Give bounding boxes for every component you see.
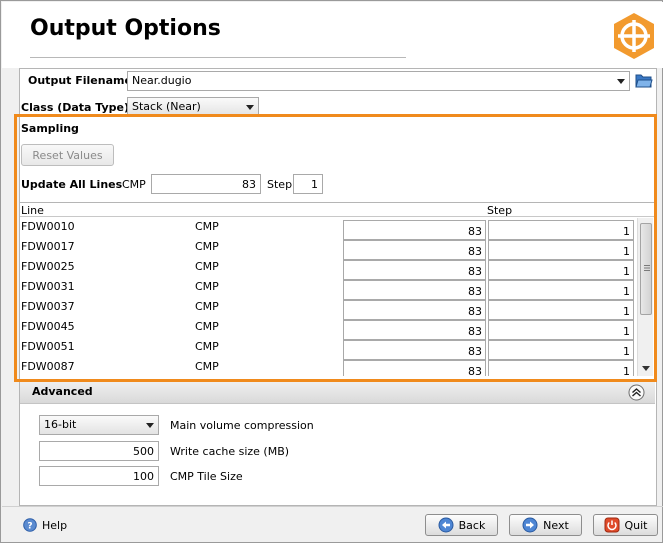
grip-icon (644, 265, 650, 271)
back-arrow-icon (438, 517, 454, 533)
table-row: FDW0051 CMP 83 1 (20, 338, 636, 360)
table-row: FDW0017 CMP 83 1 (20, 238, 636, 260)
update-cmp-input[interactable]: 83 (151, 174, 261, 194)
row-type: CMP (195, 240, 219, 253)
compression-label: Main volume compression (170, 419, 314, 432)
help-icon: ? (23, 518, 37, 532)
row-step-input[interactable]: 1 (488, 340, 634, 360)
scroll-down-arrow-icon[interactable] (642, 366, 650, 372)
advanced-label: Advanced (32, 385, 93, 398)
output-filename-combo[interactable]: Near.dugio (127, 71, 630, 91)
update-cmp-label: CMP (122, 178, 146, 191)
header: Output Options (2, 2, 663, 68)
row-line: FDW0017 (21, 240, 75, 253)
row-cmp-input[interactable]: 83 (343, 280, 486, 300)
class-data-type-select[interactable]: Stack (Near) (127, 97, 259, 117)
quit-button[interactable]: Quit (593, 514, 658, 536)
help-link[interactable]: ? Help (23, 518, 67, 532)
write-cache-input[interactable]: 500 (39, 441, 159, 461)
table-row: FDW0010 CMP 83 1 (20, 218, 636, 240)
next-arrow-icon (522, 517, 538, 533)
row-step-input[interactable]: 1 (488, 260, 634, 280)
row-step-input[interactable]: 1 (488, 280, 634, 300)
sampling-label: Sampling (21, 122, 79, 135)
collapse-chevron-icon[interactable] (628, 384, 645, 401)
row-type: CMP (195, 260, 219, 273)
advanced-section-header[interactable]: Advanced (20, 381, 655, 404)
svg-text:?: ? (27, 522, 32, 532)
cmp-tile-input[interactable]: 100 (39, 466, 159, 486)
page-title: Output Options (30, 16, 221, 41)
row-line: FDW0045 (21, 320, 75, 333)
row-type: CMP (195, 300, 219, 313)
row-step-input[interactable]: 1 (488, 360, 634, 376)
row-step-input[interactable]: 1 (488, 300, 634, 320)
output-filename-value: Near.dugio (132, 74, 192, 87)
update-step-input[interactable]: 1 (293, 174, 323, 194)
column-header-line: Line (21, 204, 44, 217)
row-type: CMP (195, 340, 219, 353)
table-row: FDW0045 CMP 83 1 (20, 318, 636, 340)
row-line: FDW0051 (21, 340, 75, 353)
table-scrollbar[interactable] (637, 218, 653, 376)
sampling-lines-table: Line Step FDW0010 CMP 83 1 FDW0017 CMP 8… (20, 202, 654, 376)
output-filename-label: Output Filename (28, 74, 132, 87)
table-row: FDW0031 CMP 83 1 (20, 278, 636, 300)
class-data-type-label: Class (Data Type) (21, 101, 130, 114)
row-cmp-input[interactable]: 83 (343, 320, 486, 340)
row-line: FDW0087 (21, 360, 75, 373)
quit-label: Quit (624, 518, 648, 532)
class-data-type-value: Stack (Near) (132, 100, 201, 113)
row-type: CMP (195, 360, 219, 373)
table-row: FDW0037 CMP 83 1 (20, 298, 636, 320)
folder-open-icon[interactable] (635, 72, 653, 89)
row-cmp-input[interactable]: 83 (343, 300, 486, 320)
compression-select[interactable]: 16-bit (39, 415, 159, 435)
compression-value: 16-bit (44, 418, 77, 431)
power-icon (604, 517, 619, 533)
cmp-tile-label: CMP Tile Size (170, 470, 243, 483)
row-cmp-input[interactable]: 83 (343, 240, 486, 260)
row-line: FDW0025 (21, 260, 75, 273)
row-type: CMP (195, 220, 219, 233)
row-line: FDW0037 (21, 300, 75, 313)
row-step-input[interactable]: 1 (488, 320, 634, 340)
chevron-down-icon (146, 423, 154, 428)
update-all-lines-label: Update All Lines (21, 178, 123, 191)
update-step-label: Step (267, 178, 293, 191)
row-step-input[interactable]: 1 (488, 220, 634, 240)
row-line: FDW0010 (21, 220, 75, 233)
column-header-step: Step (487, 204, 513, 217)
scrollbar-thumb[interactable] (640, 223, 652, 315)
table-row: FDW0025 CMP 83 1 (20, 258, 636, 280)
table-row: FDW0087 CMP 83 1 (20, 358, 636, 376)
row-type: CMP (195, 320, 219, 333)
footer-divider (2, 506, 663, 507)
chevron-down-icon (617, 79, 625, 84)
dialog-window: Output Options Output Filename Near.dugi… (0, 0, 663, 543)
reset-values-button[interactable]: Reset Values (21, 144, 114, 166)
chevron-down-icon (246, 105, 254, 110)
row-cmp-input[interactable]: 83 (343, 340, 486, 360)
row-cmp-input[interactable]: 83 (343, 360, 486, 376)
back-label: Back (458, 518, 486, 532)
next-label: Next (543, 518, 569, 532)
row-step-input[interactable]: 1 (488, 240, 634, 260)
title-divider (30, 57, 406, 58)
table-header: Line Step (20, 203, 654, 217)
help-label: Help (42, 518, 68, 532)
row-cmp-input[interactable]: 83 (343, 220, 486, 240)
write-cache-label: Write cache size (MB) (170, 445, 290, 458)
row-line: FDW0031 (21, 280, 75, 293)
next-button[interactable]: Next (509, 514, 582, 536)
row-cmp-input[interactable]: 83 (343, 260, 486, 280)
logo-crosshair-icon (614, 13, 654, 59)
reset-values-label: Reset Values (32, 148, 103, 162)
back-button[interactable]: Back (425, 514, 498, 536)
row-type: CMP (195, 280, 219, 293)
